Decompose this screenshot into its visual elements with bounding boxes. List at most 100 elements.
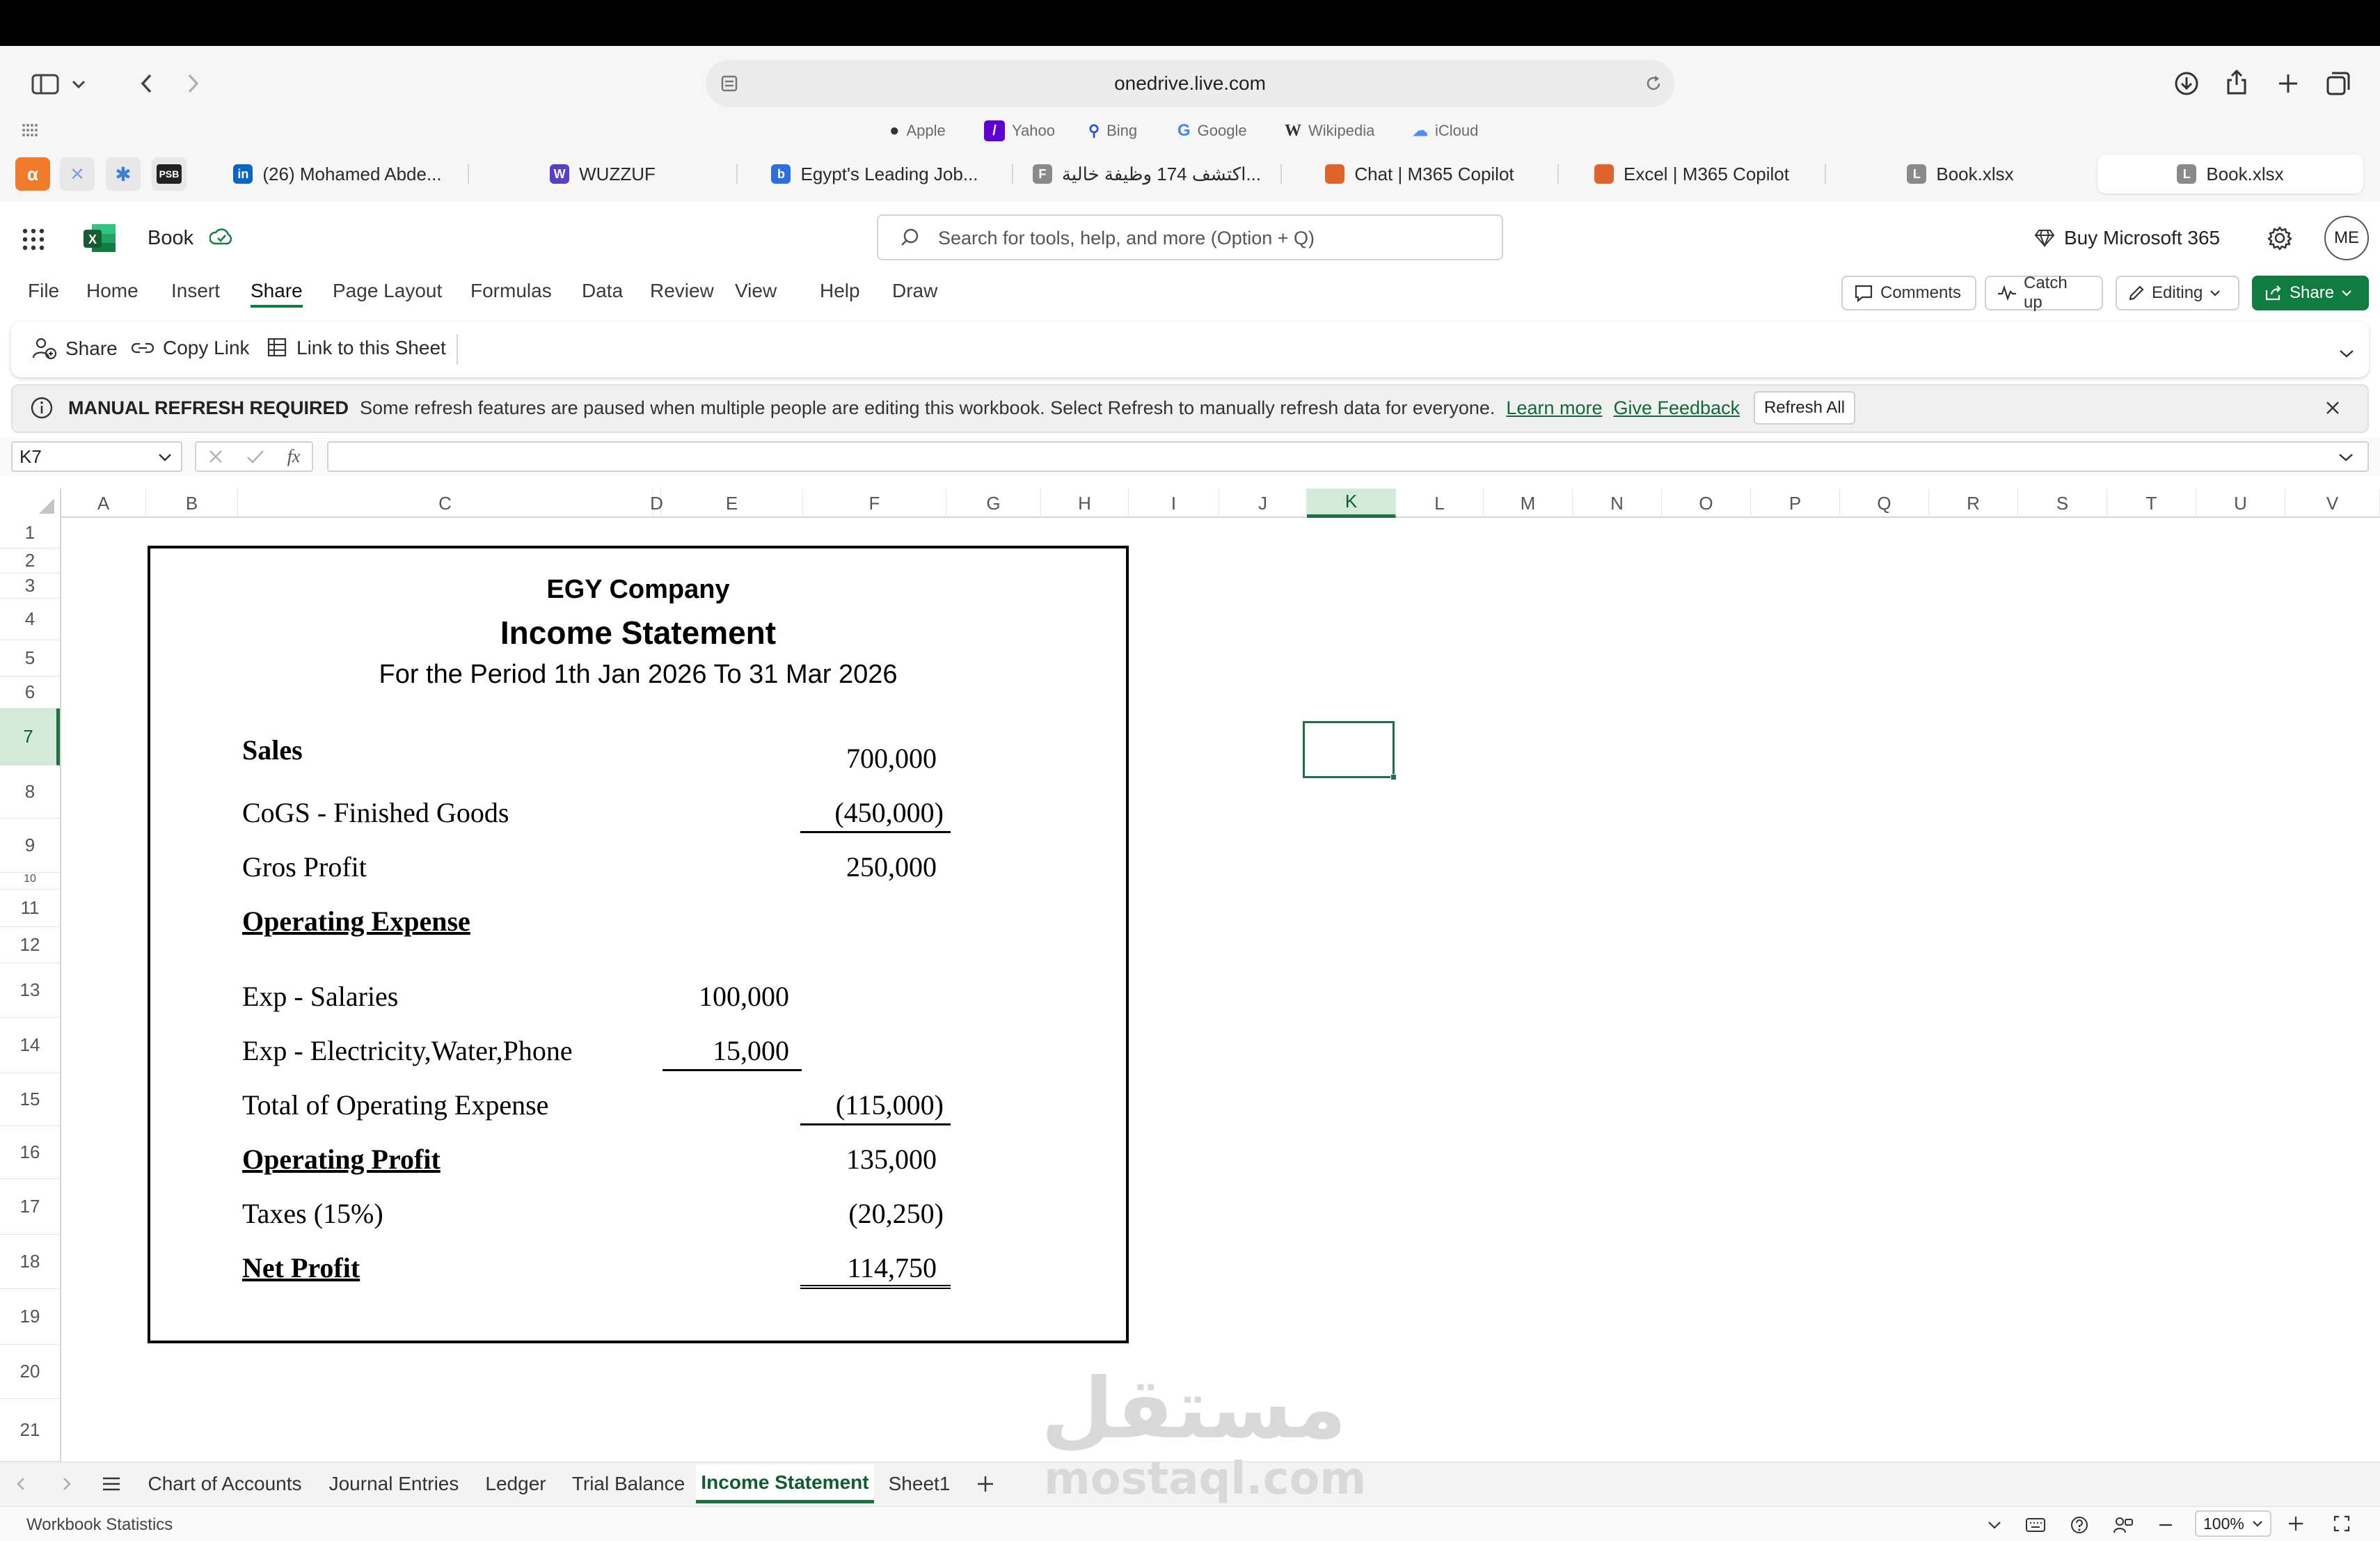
column-header-h[interactable]: H bbox=[1041, 489, 1129, 518]
chevron-down-icon[interactable] bbox=[1988, 1521, 2001, 1529]
column-header-u[interactable]: U bbox=[2196, 489, 2285, 518]
favorite-icloud[interactable]: ☁ iCloud bbox=[1413, 117, 1478, 145]
row-header-15[interactable]: 15 bbox=[0, 1073, 60, 1126]
apps-grid-small-icon[interactable] bbox=[19, 120, 40, 141]
help-icon[interactable] bbox=[2070, 1515, 2089, 1535]
downloads-button[interactable] bbox=[2171, 68, 2202, 99]
column-header-b[interactable]: B bbox=[146, 489, 238, 518]
column-header-e[interactable]: E bbox=[661, 489, 803, 518]
row-header-16[interactable]: 16 bbox=[0, 1126, 60, 1179]
browser-tab[interactable]: F اكتشف 174 وظيفة خالية... bbox=[1015, 155, 1279, 193]
menu-file[interactable]: File bbox=[28, 280, 59, 302]
document-title[interactable]: Book bbox=[148, 224, 193, 252]
learn-more-link[interactable]: Learn more bbox=[1506, 397, 1602, 419]
menu-data[interactable]: Data bbox=[582, 280, 623, 302]
row-header-17[interactable]: 17 bbox=[0, 1179, 60, 1235]
browser-tab[interactable]: Excel | M365 Copilot bbox=[1560, 155, 1823, 193]
column-header-g[interactable]: G bbox=[946, 489, 1041, 518]
sheet-tab[interactable]: Income Statement bbox=[696, 1464, 874, 1503]
column-header-q[interactable]: Q bbox=[1840, 489, 1929, 518]
row-header-8[interactable]: 8 bbox=[0, 766, 60, 819]
row-header-11[interactable]: 11 bbox=[0, 890, 60, 927]
row-header-20[interactable]: 20 bbox=[0, 1345, 60, 1399]
sheet-tab[interactable]: Trial Balance bbox=[561, 1464, 696, 1503]
column-header-a[interactable]: A bbox=[61, 489, 146, 518]
pinned-tab-4[interactable]: PSB bbox=[152, 157, 187, 191]
pinned-tab-1[interactable]: α bbox=[15, 157, 50, 191]
column-header-f[interactable]: F bbox=[803, 489, 946, 518]
share-button[interactable]: Share bbox=[2252, 276, 2369, 310]
row-header-12[interactable]: 12 bbox=[0, 927, 60, 963]
column-header-t[interactable]: T bbox=[2107, 489, 2196, 518]
row-header-21[interactable]: 21 bbox=[0, 1399, 60, 1462]
give-feedback-link[interactable]: Give Feedback bbox=[1614, 397, 1740, 419]
pinned-tab-3[interactable]: ✱ bbox=[106, 157, 141, 191]
browser-tab[interactable]: L Book.xlsx bbox=[2097, 155, 2363, 193]
ribbon-share-button[interactable]: Share bbox=[32, 337, 118, 361]
new-tab-button[interactable] bbox=[2273, 68, 2303, 99]
browser-tab[interactable]: b Egypt's Leading Job... bbox=[739, 155, 1010, 193]
app-launcher-button[interactable] bbox=[17, 223, 50, 256]
row-header-10[interactable]: 10 bbox=[0, 873, 60, 890]
settings-button[interactable] bbox=[2264, 223, 2295, 253]
sheet-tab[interactable]: Chart of Accounts bbox=[136, 1464, 313, 1503]
catch-up-button[interactable]: Catch up bbox=[1985, 274, 2103, 312]
column-header-i[interactable]: I bbox=[1129, 489, 1219, 518]
menu-page-layout[interactable]: Page Layout bbox=[333, 280, 442, 302]
back-button[interactable] bbox=[131, 67, 161, 100]
check-icon[interactable] bbox=[246, 449, 264, 464]
fullscreen-button[interactable] bbox=[2331, 1513, 2352, 1534]
sheet-tab[interactable]: Journal Entries bbox=[317, 1464, 470, 1503]
zoom-level-select[interactable]: 100% bbox=[2195, 1510, 2271, 1537]
column-header-r[interactable]: R bbox=[1929, 489, 2018, 518]
browser-tab[interactable]: L Book.xlsx bbox=[1827, 155, 2093, 193]
editing-mode-button[interactable]: Editing bbox=[2116, 276, 2239, 310]
column-header-s[interactable]: S bbox=[2018, 489, 2107, 518]
column-header-p[interactable]: P bbox=[1751, 489, 1840, 518]
row-header-3[interactable]: 3 bbox=[0, 574, 60, 599]
page-menu-icon[interactable] bbox=[715, 70, 743, 97]
zoom-in-button[interactable] bbox=[2285, 1513, 2306, 1534]
column-header-n[interactable]: N bbox=[1573, 489, 1662, 518]
row-header-7[interactable]: 7 bbox=[0, 709, 60, 766]
menu-view[interactable]: View bbox=[735, 280, 777, 302]
copy-link-button[interactable]: Copy Link bbox=[131, 337, 250, 359]
expand-formula-icon[interactable] bbox=[2335, 447, 2356, 468]
column-header-l[interactable]: L bbox=[1396, 489, 1484, 518]
menu-share[interactable]: Share bbox=[251, 280, 303, 308]
prev-sheet-button[interactable] bbox=[10, 1473, 32, 1495]
column-header-j[interactable]: J bbox=[1219, 489, 1307, 518]
add-sheet-button[interactable] bbox=[971, 1471, 999, 1496]
refresh-all-button[interactable]: Refresh All bbox=[1754, 391, 1855, 425]
menu-draw[interactable]: Draw bbox=[892, 280, 937, 302]
column-header-v[interactable]: V bbox=[2285, 489, 2380, 518]
sheet-tab[interactable]: Ledger bbox=[475, 1464, 557, 1503]
expand-ribbon-button[interactable] bbox=[2333, 340, 2361, 368]
autosave-status-icon[interactable] bbox=[207, 224, 235, 252]
sidebar-toggle-button[interactable] bbox=[19, 68, 97, 100]
cancel-icon[interactable] bbox=[208, 449, 223, 464]
browser-tab[interactable]: W WUZZUF bbox=[470, 155, 735, 193]
close-notice-button[interactable] bbox=[2320, 395, 2345, 420]
column-header-k[interactable]: K bbox=[1307, 489, 1396, 518]
menu-formulas[interactable]: Formulas bbox=[470, 280, 552, 302]
row-header-5[interactable]: 5 bbox=[0, 640, 60, 677]
workbook-statistics[interactable]: Workbook Statistics bbox=[26, 1515, 173, 1535]
favorite-google[interactable]: G Google bbox=[1177, 117, 1247, 145]
comments-button[interactable]: Comments bbox=[1841, 276, 1976, 310]
selected-cell[interactable] bbox=[1303, 721, 1397, 780]
next-sheet-button[interactable] bbox=[56, 1473, 78, 1495]
favorite-bing[interactable]: ⚲ Bing bbox=[1088, 117, 1137, 145]
browser-tab[interactable]: Chat | M365 Copilot bbox=[1283, 155, 1556, 193]
menu-review[interactable]: Review bbox=[650, 280, 714, 302]
menu-help[interactable]: Help bbox=[820, 280, 860, 302]
column-header-m[interactable]: M bbox=[1484, 489, 1573, 518]
avatar[interactable]: ME bbox=[2324, 216, 2369, 260]
column-header-c[interactable]: C bbox=[238, 489, 653, 518]
row-header-13[interactable]: 13 bbox=[0, 963, 60, 1018]
all-sheets-button[interactable] bbox=[97, 1471, 125, 1496]
menu-home[interactable]: Home bbox=[86, 280, 138, 302]
tab-overview-button[interactable] bbox=[2323, 68, 2354, 99]
favorite-apple[interactable]: ● Apple bbox=[889, 117, 946, 145]
row-header-2[interactable]: 2 bbox=[0, 548, 60, 574]
